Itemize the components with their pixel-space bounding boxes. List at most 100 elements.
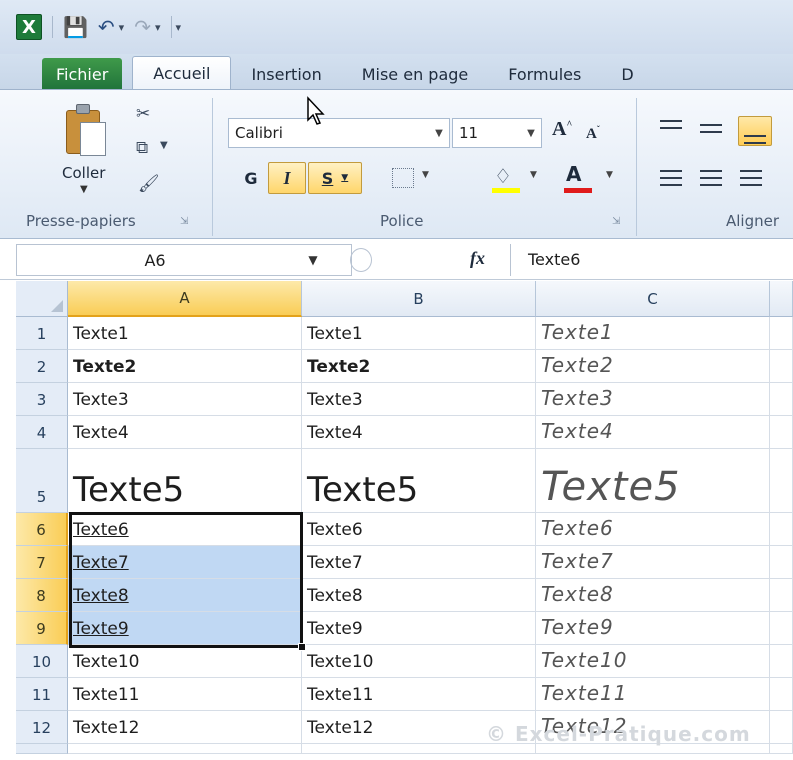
cell-c6[interactable]: Texte6 (536, 513, 770, 546)
cell-b7[interactable]: Texte7 (302, 546, 536, 579)
cell-d7[interactable] (770, 546, 793, 579)
cell-d4[interactable] (770, 416, 793, 449)
tab-home[interactable]: Accueil (132, 56, 232, 90)
cut-icon[interactable]: ✂ (136, 104, 150, 124)
tab-insert[interactable]: Insertion (231, 58, 341, 90)
cell-b10[interactable]: Texte10 (302, 645, 536, 678)
cell-d8[interactable] (770, 579, 793, 612)
cell-a6[interactable]: Texte6 (68, 513, 302, 546)
copy-dropdown-icon[interactable]: ▼ (160, 140, 168, 151)
cell-d9[interactable] (770, 612, 793, 645)
cell-a7[interactable]: Texte7 (68, 546, 302, 579)
select-all-button[interactable] (16, 281, 68, 317)
undo-icon[interactable]: ↶ (98, 15, 115, 39)
row-header[interactable]: 12 (16, 711, 68, 744)
font-color-button[interactable]: A (566, 162, 581, 186)
cell-c4[interactable]: Texte4 (536, 416, 770, 449)
font-color-dropdown-icon[interactable]: ▼ (606, 170, 613, 180)
cell-a3[interactable]: Texte3 (68, 383, 302, 416)
cell-b11[interactable]: Texte11 (302, 678, 536, 711)
align-top-icon[interactable] (660, 120, 682, 136)
chevron-down-icon[interactable]: ▼ (293, 253, 333, 267)
row-header[interactable]: 1 (16, 317, 68, 350)
cell-a11[interactable]: Texte11 (68, 678, 302, 711)
cell-b9[interactable]: Texte9 (302, 612, 536, 645)
cell-c8[interactable]: Texte8 (536, 579, 770, 612)
cell-d12[interactable] (770, 711, 793, 744)
row-header[interactable]: 11 (16, 678, 68, 711)
copy-icon[interactable]: ⧉ (136, 138, 148, 158)
cell-d6[interactable] (770, 513, 793, 546)
row-header[interactable]: 10 (16, 645, 68, 678)
column-header-c[interactable]: C (536, 281, 770, 317)
underline-dropdown-icon[interactable]: ▼ (341, 173, 348, 183)
align-center-icon[interactable] (700, 170, 722, 186)
tab-file[interactable]: Fichier (42, 58, 123, 90)
cell-b4[interactable]: Texte4 (302, 416, 536, 449)
cell-d10[interactable] (770, 645, 793, 678)
borders-icon[interactable] (392, 168, 414, 188)
fill-color-dropdown-icon[interactable]: ▼ (530, 170, 537, 180)
cell-d1[interactable] (770, 317, 793, 350)
tab-formulas[interactable]: Formules (488, 58, 601, 90)
excel-logo-icon[interactable]: X (16, 14, 42, 40)
row-header[interactable]: 2 (16, 350, 68, 383)
cell-a13[interactable] (68, 744, 302, 754)
cell-b2[interactable]: Texte2 (302, 350, 536, 383)
borders-dropdown-icon[interactable]: ▼ (422, 170, 429, 180)
underline-button[interactable]: S ▼ (308, 162, 362, 194)
column-header-b[interactable]: B (302, 281, 536, 317)
cell-a12[interactable]: Texte12 (68, 711, 302, 744)
tab-data[interactable]: D (601, 58, 653, 90)
cell-c11[interactable]: Texte11 (536, 678, 770, 711)
cell-b5[interactable]: Texte5 (302, 449, 536, 513)
cell-b8[interactable]: Texte8 (302, 579, 536, 612)
row-header[interactable]: 5 (16, 449, 68, 513)
font-launcher-icon[interactable]: ⇲ (612, 216, 620, 227)
column-header-d[interactable] (770, 281, 793, 317)
tab-page-layout[interactable]: Mise en page (342, 58, 489, 90)
cell-a8[interactable]: Texte8 (68, 579, 302, 612)
row-header[interactable]: 3 (16, 383, 68, 416)
cell-c3[interactable]: Texte3 (536, 383, 770, 416)
bold-button[interactable]: G (238, 162, 264, 194)
cell-c7[interactable]: Texte7 (536, 546, 770, 579)
cell-d11[interactable] (770, 678, 793, 711)
cell-d2[interactable] (770, 350, 793, 383)
save-icon[interactable]: 💾 (63, 15, 88, 39)
cell-d3[interactable] (770, 383, 793, 416)
redo-icon[interactable]: ↷ (134, 15, 151, 39)
cell-c2[interactable]: Texte2 (536, 350, 770, 383)
align-left-icon[interactable] (660, 170, 682, 186)
row-header[interactable]: 7 (16, 546, 68, 579)
cell-a5[interactable]: Texte5 (68, 449, 302, 513)
row-header[interactable]: 6 (16, 513, 68, 546)
row-header[interactable]: 8 (16, 579, 68, 612)
cell-b1[interactable]: Texte1 (302, 317, 536, 350)
align-right-icon[interactable] (740, 170, 762, 186)
customize-qat-icon[interactable]: ▾ (176, 21, 182, 34)
undo-dropdown-icon[interactable]: ▾ (119, 21, 125, 34)
cell-a9[interactable]: Texte9 (68, 612, 302, 645)
cell-a1[interactable]: Texte1 (68, 317, 302, 350)
align-middle-icon[interactable] (700, 124, 722, 140)
cell-d5[interactable] (770, 449, 793, 513)
decrease-font-icon[interactable]: Aˇ (586, 124, 600, 143)
paste-icon[interactable] (62, 102, 110, 158)
cell-c9[interactable]: Texte9 (536, 612, 770, 645)
chevron-down-icon[interactable]: ▼ (521, 128, 541, 139)
cell-b3[interactable]: Texte3 (302, 383, 536, 416)
cell-a10[interactable]: Texte10 (68, 645, 302, 678)
row-header[interactable] (16, 744, 68, 754)
increase-font-icon[interactable]: A^ (552, 118, 572, 141)
row-header[interactable]: 4 (16, 416, 68, 449)
paste-button-label[interactable]: Coller (62, 164, 105, 182)
formula-bar-handle-icon[interactable] (350, 248, 372, 272)
chevron-down-icon[interactable]: ▼ (429, 128, 449, 139)
name-box[interactable]: A6 ▼ (16, 244, 352, 276)
fill-color-icon[interactable]: ♢ (494, 164, 512, 188)
cell-c1[interactable]: Texte1 (536, 317, 770, 350)
font-size-select[interactable]: 11 ▼ (452, 118, 542, 148)
column-header-a[interactable]: A (68, 281, 302, 317)
cell-a4[interactable]: Texte4 (68, 416, 302, 449)
